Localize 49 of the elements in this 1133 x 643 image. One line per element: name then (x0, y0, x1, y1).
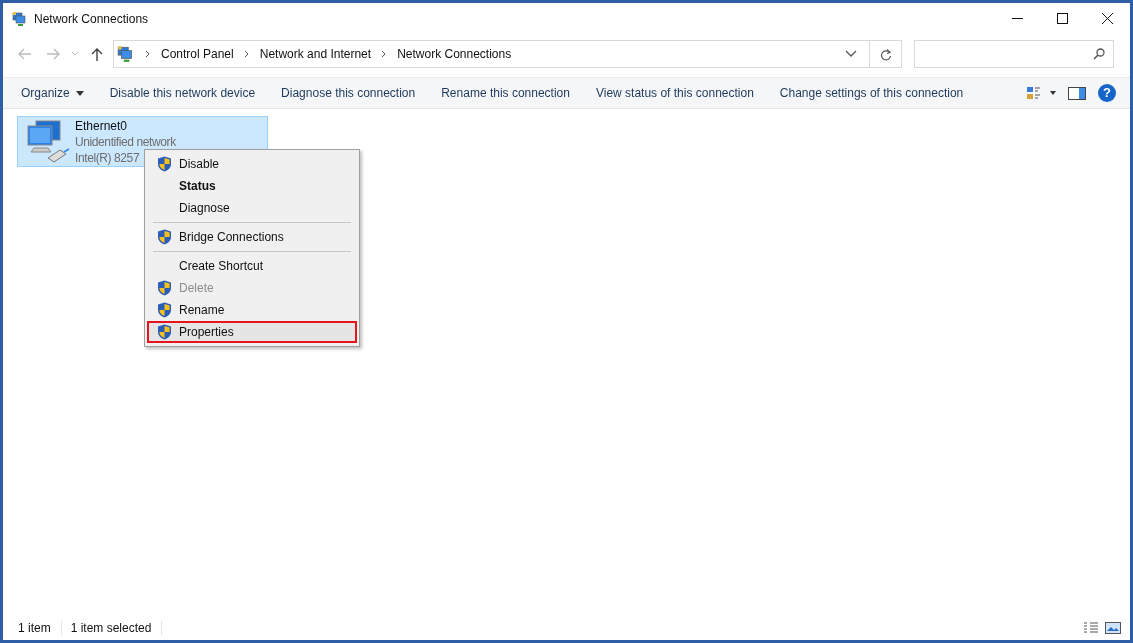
toolbar-button[interactable]: Disable this network device (99, 79, 266, 107)
shield-icon (156, 324, 172, 340)
refresh-icon (879, 47, 892, 61)
menu-item[interactable]: Diagnose (147, 197, 357, 219)
chevron-down-icon (71, 51, 79, 57)
shield-icon (156, 280, 172, 296)
toolbar-button[interactable]: View status of this connection (585, 79, 764, 107)
dropdown-icon[interactable] (845, 50, 857, 58)
up-arrow-icon (91, 47, 103, 61)
search-field[interactable] (914, 40, 1114, 68)
connection-name: Ethernet0 (75, 117, 128, 134)
chevron-icon (381, 50, 388, 58)
shield-icon (156, 156, 172, 172)
status-text: 1 item (18, 621, 62, 635)
chevron-icon (243, 50, 250, 58)
toolbar-button[interactable]: Diagnose this connection (271, 79, 426, 107)
breadcrumb[interactable]: Control Panel (161, 47, 234, 61)
search-icon (1093, 48, 1105, 60)
address-bar[interactable]: Control Panel Network and Internet Network Connections (113, 40, 902, 68)
shield-icon (156, 302, 172, 318)
menu-item[interactable]: Create Shortcut (147, 255, 357, 277)
help-button[interactable]: ? (1098, 84, 1116, 102)
toolbar-button[interactable]: Organize (11, 79, 94, 107)
adapter-name: Intel(R) 8257 (75, 149, 140, 166)
menu-item[interactable]: Status (147, 175, 357, 197)
menu-item[interactable]: Rename (147, 299, 357, 321)
toolbar-button[interactable]: Change settings of this connection (769, 79, 974, 107)
chevron-icon (145, 50, 151, 58)
large-icons-view-button[interactable] (1102, 622, 1124, 634)
network-icon (117, 45, 135, 63)
preview-pane-icon (1068, 86, 1086, 100)
large-icons-view-icon (1105, 622, 1121, 634)
maximize-icon (1057, 12, 1068, 24)
breadcrumb[interactable]: Network Connections (397, 47, 512, 61)
forward-arrow-icon (46, 48, 60, 60)
breadcrumb[interactable]: Network and Internet (259, 47, 372, 61)
close-icon (1102, 12, 1113, 24)
details-view-icon (1083, 622, 1099, 634)
connection-status: Unidentified network (75, 133, 176, 150)
window-title: Network Connections (34, 12, 149, 26)
toolbar-button[interactable]: Rename this connection (431, 79, 580, 107)
shield-icon (156, 229, 172, 245)
menu-item[interactable]: Properties (147, 321, 357, 343)
caret-icon (75, 90, 84, 96)
status-text: 1 item selected (70, 621, 163, 635)
view-options-icon (1026, 86, 1056, 100)
menu-item[interactable]: Bridge Connections (147, 226, 357, 248)
back-arrow-icon (18, 48, 32, 60)
network-icon (12, 11, 28, 27)
